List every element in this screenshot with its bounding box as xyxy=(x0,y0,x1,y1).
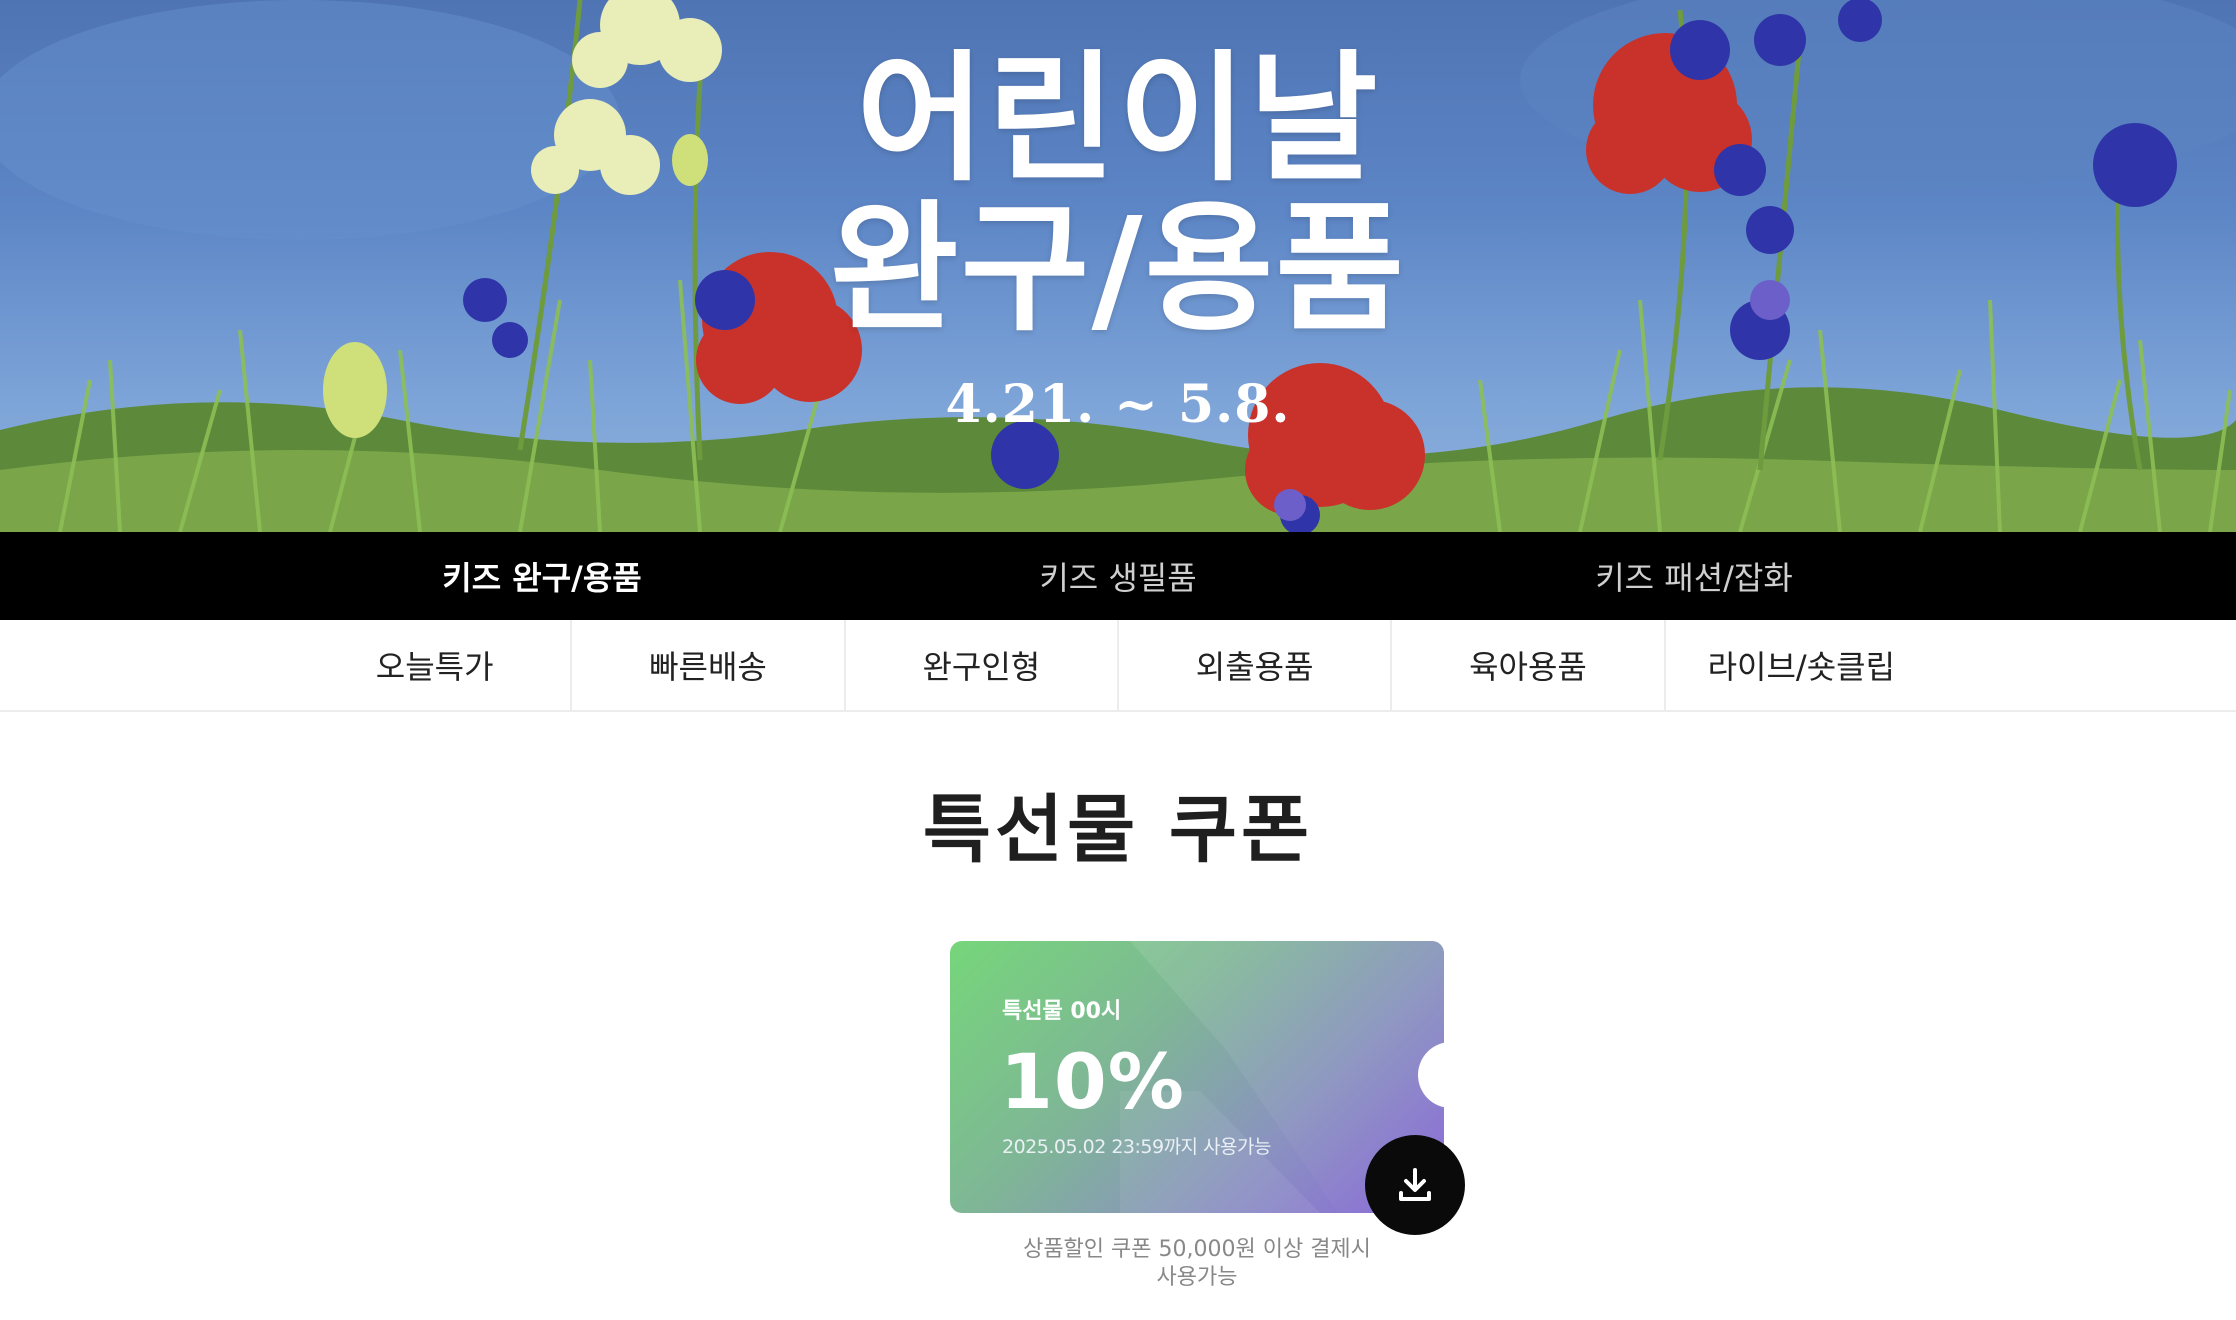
coupon-condition-line2: 사용가능 xyxy=(1156,1265,1238,1290)
tab-kids-essentials[interactable]: 키즈 생필품 xyxy=(830,532,1406,620)
coupon-condition-line1: 상품할인 쿠폰 50,000원 이상 결제시 xyxy=(1023,1237,1371,1262)
subtab-toys-dolls[interactable]: 완구인형 xyxy=(846,620,1119,710)
hero-title-line1: 어린이날 xyxy=(856,38,1380,201)
section-title: 특선물 쿠폰 xyxy=(922,787,1314,873)
subtab-live-shortclip[interactable]: 라이브/숏클립 xyxy=(1666,620,1937,710)
hero-date-range: 4.21. ~ 5.8. xyxy=(945,374,1291,435)
sub-category-nav: 오늘특가 빠른배송 완구인형 외출용품 육아용품 라이브/숏클립 xyxy=(0,620,2236,712)
main-category-nav: 키즈 완구/용품 키즈 생필품 키즈 패션/잡화 xyxy=(0,532,2236,620)
tab-kids-fashion[interactable]: 키즈 패션/잡화 xyxy=(1406,532,1982,620)
subtab-fast-delivery[interactable]: 빠른배송 xyxy=(572,620,846,710)
download-icon xyxy=(1399,1168,1431,1201)
hero-cropped-heading xyxy=(1080,0,1320,12)
coupon-notch xyxy=(1418,1042,1484,1108)
coupon-condition: 상품할인 쿠폰 50,000원 이상 결제시 사용가능 xyxy=(950,1236,1444,1292)
subtab-baby-goods[interactable]: 육아용품 xyxy=(1392,620,1666,710)
coupon-label: 특선물 00시 xyxy=(1002,999,1122,1024)
subtab-outing-goods[interactable]: 외출용품 xyxy=(1119,620,1393,710)
hero-title-line2: 완구/용품 xyxy=(829,188,1407,351)
hero-banner: 어린이날 완구/용품 4.21. ~ 5.8. xyxy=(0,0,2236,532)
coupon-download-button[interactable] xyxy=(1365,1135,1465,1235)
coupon-discount-value: 10% xyxy=(1000,1037,1185,1126)
tab-kids-toys[interactable]: 키즈 완구/용품 xyxy=(254,532,830,620)
coupon-expiry: 2025.05.02 23:59까지 사용가능 xyxy=(1002,1136,1272,1158)
subtab-today-deal[interactable]: 오늘특가 xyxy=(299,620,573,710)
